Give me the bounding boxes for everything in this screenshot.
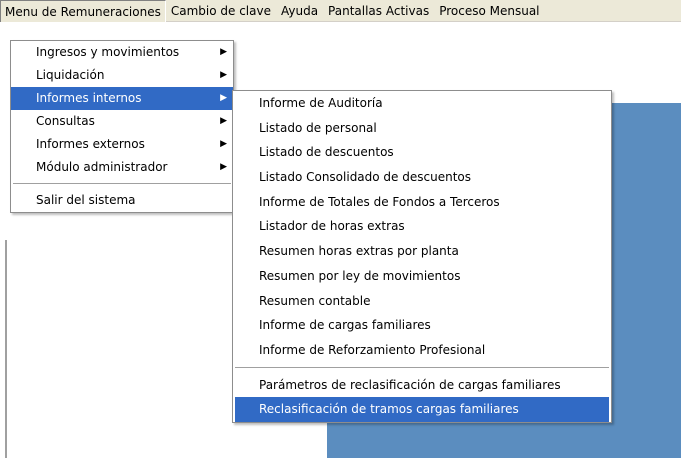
submenu-item-listador-horas-extras[interactable]: Listador de horas extras	[233, 214, 611, 239]
menu-item-label: Módulo administrador	[36, 160, 168, 174]
submenu-arrow-icon: ▶	[220, 116, 227, 126]
menu-pantallas-activas[interactable]: Pantallas Activas	[323, 0, 434, 22]
submenu-arrow-icon: ▶	[220, 93, 227, 103]
submenu-arrow-icon: ▶	[220, 162, 227, 172]
window-edge	[5, 240, 7, 458]
submenu-item-informe-auditoria[interactable]: Informe de Auditoría	[233, 91, 611, 116]
menu-item-liquidacion[interactable]: Liquidación ▶	[11, 64, 233, 87]
menu-item-label: Informes externos	[36, 137, 145, 151]
menu-item-label: Consultas	[36, 114, 95, 128]
menu-proceso-mensual[interactable]: Proceso Mensual	[434, 0, 544, 22]
menu-item-salir-del-sistema[interactable]: Salir del sistema	[11, 189, 233, 212]
menu-bar: Menu de Remuneraciones Cambio de clave A…	[0, 0, 681, 22]
menu-item-informes-externos[interactable]: Informes externos ▶	[11, 133, 233, 156]
submenu-item-listado-descuentos[interactable]: Listado de descuentos	[233, 140, 611, 165]
submenu-arrow-icon: ▶	[220, 70, 227, 80]
menu-separator	[11, 179, 233, 189]
submenu-item-resumen-ley-movimientos[interactable]: Resumen por ley de movimientos	[233, 264, 611, 289]
submenu-item-resumen-contable[interactable]: Resumen contable	[233, 289, 611, 314]
menu-item-label: Liquidación	[36, 68, 105, 82]
menu-ayuda[interactable]: Ayuda	[276, 0, 323, 22]
submenu-item-parametros-reclasificacion[interactable]: Parámetros de reclasificación de cargas …	[233, 373, 611, 398]
menu-separator	[233, 363, 611, 373]
submenu-arrow-icon: ▶	[220, 139, 227, 149]
menu-item-label: Ingresos y movimientos	[36, 45, 180, 59]
menu-item-modulo-administrador[interactable]: Módulo administrador ▶	[11, 156, 233, 179]
submenu-item-listado-personal[interactable]: Listado de personal	[233, 116, 611, 141]
menu-item-consultas[interactable]: Consultas ▶	[11, 110, 233, 133]
submenu-item-listado-consolidado-descuentos[interactable]: Listado Consolidado de descuentos	[233, 165, 611, 190]
submenu-item-informe-cargas-familiares[interactable]: Informe de cargas familiares	[233, 313, 611, 338]
submenu-item-resumen-horas-extras-planta[interactable]: Resumen horas extras por planta	[233, 239, 611, 264]
submenu-item-reclasificacion-tramos[interactable]: Reclasificación de tramos cargas familia…	[235, 397, 609, 422]
menu-item-informes-internos[interactable]: Informes internos ▶	[11, 87, 233, 110]
menu-remuneraciones[interactable]: Menu de Remuneraciones	[0, 0, 166, 22]
informes-internos-submenu: Informe de Auditoría Listado de personal…	[232, 90, 612, 423]
menu-item-label: Salir del sistema	[36, 193, 136, 207]
menu-item-label: Informes internos	[36, 91, 142, 105]
submenu-arrow-icon: ▶	[220, 47, 227, 57]
menu-item-ingresos-y-movimientos[interactable]: Ingresos y movimientos ▶	[11, 41, 233, 64]
submenu-item-reforzamiento-profesional[interactable]: Informe de Reforzamiento Profesional	[233, 338, 611, 363]
submenu-item-totales-fondos-terceros[interactable]: Informe de Totales de Fondos a Terceros	[233, 190, 611, 215]
remuneraciones-dropdown: Ingresos y movimientos ▶ Liquidación ▶ I…	[10, 40, 234, 213]
menu-cambio-de-clave[interactable]: Cambio de clave	[166, 0, 276, 22]
